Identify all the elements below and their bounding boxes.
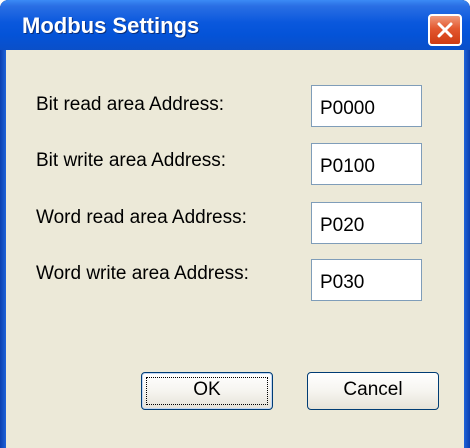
cancel-button-label: Cancel: [343, 379, 403, 400]
ok-button-label: OK: [193, 379, 221, 400]
close-button[interactable]: [428, 14, 462, 46]
close-icon: [437, 22, 453, 38]
title-bar[interactable]: Modbus Settings: [0, 0, 470, 50]
word-read-address-input[interactable]: P020: [311, 202, 422, 244]
window-frame-right: [464, 50, 470, 448]
cancel-button[interactable]: Cancel: [307, 372, 439, 410]
word-write-address-label: Word write area Address:: [36, 263, 249, 284]
dialog-title: Modbus Settings: [22, 13, 200, 38]
bit-read-address-label: Bit read area Address:: [36, 94, 224, 115]
bit-read-address-input[interactable]: P0000: [311, 85, 422, 127]
bit-write-address-input[interactable]: P0100: [311, 143, 422, 185]
bit-write-address-label: Bit write area Address:: [36, 150, 227, 171]
modbus-settings-dialog: Modbus Settings Bit read area Address: P…: [0, 0, 470, 448]
word-write-address-input[interactable]: P030: [311, 259, 422, 301]
ok-button[interactable]: OK: [141, 372, 273, 410]
word-read-address-label: Word read area Address:: [36, 207, 247, 228]
